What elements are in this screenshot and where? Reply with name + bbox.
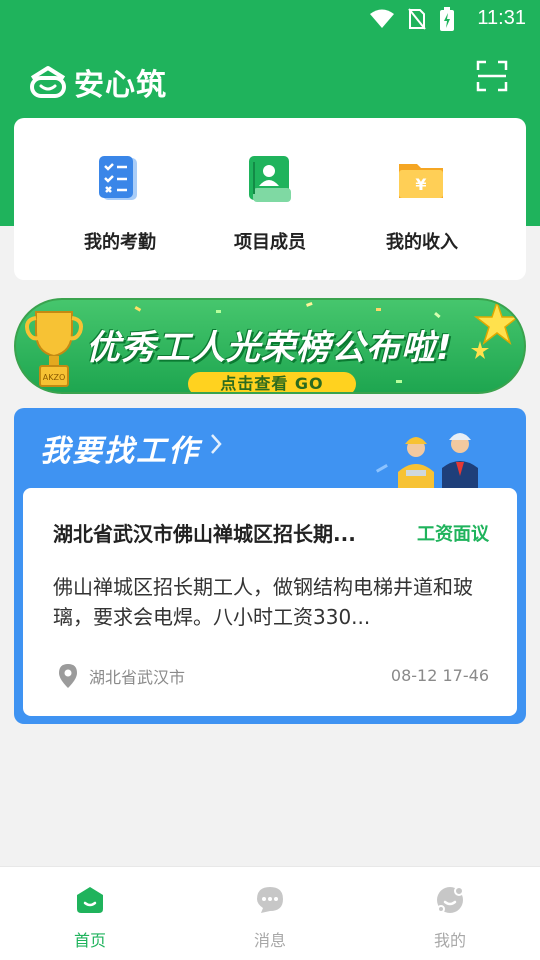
tab-home[interactable]: 首页 [40,885,140,951]
banner-title: 优秀工人光荣榜公布啦! [86,328,453,368]
income-label: 我的收入 [386,232,458,253]
find-job-title[interactable]: 我要找工作 [40,426,200,470]
home-icon [77,887,103,913]
job-location: 湖北省武汉市 [59,664,185,688]
no-sim-icon [408,8,426,30]
tab-profile-label: 我的 [433,931,466,950]
banner-cta-button[interactable]: 点击查看 GO [188,372,356,392]
job-salary: 工资面议 [417,524,489,545]
app-logo: 安心筑 [28,60,167,104]
status-time: 11:31 [477,7,526,29]
bottom-tab-bar: 首页 消息 我的 [0,866,540,960]
job-location-text: 湖北省武汉市 [89,668,186,687]
income-icon: ¥ [399,164,443,198]
tab-messages-label: 消息 [253,931,286,950]
svg-text:AKZO: AKZO [43,373,66,382]
members-label: 项目成员 [234,232,306,253]
attendance-icon [99,156,137,200]
members-icon [249,156,291,202]
attendance-button[interactable]: 我的考勤 [60,154,180,254]
find-job-section: 我要找工作 湖北省武汉市佛山禅城区招长期... 工资面议 佛山禅城区招长期工人，… [14,408,526,724]
members-button[interactable]: 项目成员 [210,154,330,254]
app-name: 安心筑 [74,68,167,103]
logo-icon [30,66,66,98]
status-icons [370,7,454,31]
job-card[interactable]: 湖北省武汉市佛山禅城区招长期... 工资面议 佛山禅城区招长期工人，做钢结构电梯… [23,488,517,716]
tab-profile[interactable]: 我的 [400,885,500,951]
honor-banner[interactable]: AKZO 优秀工人光荣榜公布啦! 点击查看 GO [14,298,526,394]
attendance-label: 我的考勤 [84,232,156,253]
message-icon [257,887,283,913]
tab-messages[interactable]: 消息 [220,885,320,951]
workers-illustration [376,433,478,498]
profile-icon [437,886,464,913]
status-bar: 11:31 [0,0,540,40]
trophy-icon: AKZO [25,311,83,387]
income-button[interactable]: ¥ 我的收入 [362,154,482,254]
job-title: 湖北省武汉市佛山禅城区招长期... [53,522,356,546]
scan-icon[interactable] [476,60,508,92]
job-time: 08-12 17-46 [390,666,489,685]
tab-home-label: 首页 [73,931,106,950]
chevron-right-icon[interactable] [210,433,222,455]
quick-actions-card: 我的考勤 项目成员 ¥ 我的收入 [14,118,526,280]
svg-text:¥: ¥ [415,175,426,194]
location-pin-icon [59,664,77,688]
battery-icon [440,7,454,31]
job-description: 佛山禅城区招长期工人，做钢结构电梯井道和玻璃，要求会电焊。八小时工资330... [53,575,473,629]
small-star-icon [471,341,489,359]
wifi-icon [370,9,394,28]
